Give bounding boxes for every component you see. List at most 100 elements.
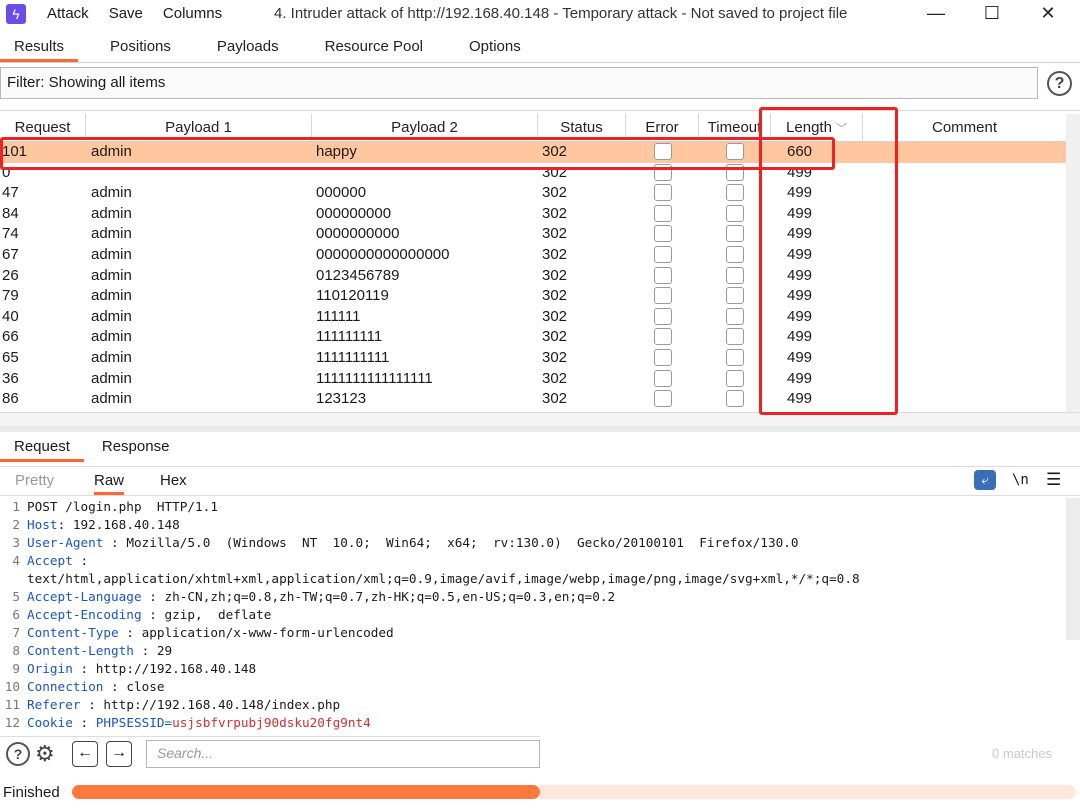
request-line: 3 User-Agent : Mozilla/5.0 (Windows NT 10…: [0, 534, 1066, 552]
request-line: 1 POST /login.php HTTP/1.1: [0, 498, 1066, 516]
cell-status: 302: [542, 348, 568, 366]
menu-columns[interactable]: Columns: [163, 5, 222, 22]
settings-gear-icon[interactable]: ⚙: [35, 741, 55, 767]
cell-comment: [863, 307, 1066, 328]
filter-bar[interactable]: Filter: Showing all items: [0, 67, 1038, 99]
table-row[interactable]: 36 admin 1111111111111111 302 499: [0, 369, 1066, 390]
sort-descending-icon: ﹀: [835, 123, 847, 135]
table-row[interactable]: 47 admin 000000 302 499: [0, 183, 1066, 204]
column-header-error[interactable]: Error: [626, 114, 699, 142]
cell-payload1: admin: [91, 328, 132, 346]
view-tabs: Pretty Raw Hex: [0, 466, 1080, 496]
table-row[interactable]: 86 admin 123123 302 499: [0, 389, 1066, 410]
cell-timeout: [699, 142, 771, 163]
help-icon-bottom[interactable]: ?: [6, 742, 30, 766]
table-row[interactable]: 66 admin 111111111 302 499: [0, 327, 1066, 348]
menu-save[interactable]: Save: [109, 5, 143, 22]
menu-icon[interactable]: ☰: [1046, 470, 1061, 490]
help-icon[interactable]: ?: [1047, 71, 1072, 96]
line-number: 5: [12, 589, 20, 604]
column-header-request[interactable]: Request: [0, 114, 86, 142]
timeout-checkbox: [726, 348, 744, 366]
table-row[interactable]: 74 admin 0000000000 302 499: [0, 224, 1066, 245]
word-wrap-icon[interactable]: ⤶: [974, 470, 996, 490]
cell-comment: [863, 163, 1066, 184]
table-row[interactable]: 101 admin happy 302 660: [0, 142, 1066, 163]
table-header: Request Payload 1 Payload 2 Status Error…: [0, 114, 1066, 142]
pane-splitter[interactable]: [0, 426, 1080, 432]
table-horizontal-scrollbar[interactable]: [0, 412, 1080, 426]
cell-error: [626, 204, 699, 225]
cell-timeout: [699, 369, 771, 390]
header-name: Origin: [27, 661, 73, 676]
tab-pretty[interactable]: Pretty: [15, 472, 54, 489]
header-separator: :: [141, 589, 165, 604]
tab-resource-pool[interactable]: Resource Pool: [311, 34, 437, 62]
cell-status: 302: [542, 266, 568, 284]
header-separator: :: [72, 715, 96, 730]
line-number: 4: [12, 553, 20, 568]
cell-timeout: [699, 389, 771, 410]
table-row[interactable]: 84 admin 000000000 302 499: [0, 204, 1066, 225]
menu-attack[interactable]: Attack: [47, 5, 89, 22]
timeout-checkbox: [726, 307, 744, 325]
header-value: PHPSESSID=usjsbfvrpubj90dsku20fg9nt4: [96, 715, 371, 730]
line-number: 10: [4, 679, 20, 694]
tab-hex[interactable]: Hex: [160, 472, 187, 489]
cell-timeout: [699, 163, 771, 184]
tab-positions[interactable]: Positions: [96, 34, 185, 62]
line-text: Content-Length : 29: [27, 642, 172, 660]
cell-status: 302: [542, 287, 568, 305]
header-value: http://192.168.40.148/index.php: [103, 697, 341, 712]
column-header-payload1[interactable]: Payload 1: [86, 114, 312, 142]
search-input[interactable]: Search...: [146, 740, 540, 768]
cell-error: [626, 389, 699, 410]
tab-response[interactable]: Response: [88, 434, 184, 462]
cell-comment: [863, 327, 1066, 348]
column-header-length[interactable]: Length ﹀: [771, 114, 863, 142]
burp-logo-icon: ϟ: [6, 4, 26, 24]
cell-timeout: [699, 204, 771, 225]
tab-payloads[interactable]: Payloads: [203, 34, 293, 62]
tab-results[interactable]: Results: [0, 34, 79, 62]
previous-match-button[interactable]: ←: [72, 741, 98, 767]
minimize-button[interactable]: —: [913, 2, 959, 26]
next-match-button[interactable]: →: [106, 741, 132, 767]
column-header-payload2[interactable]: Payload 2: [312, 114, 538, 142]
cell-payload2: 0000000000: [316, 225, 400, 243]
header-name: Accept: [27, 553, 73, 568]
table-row[interactable]: 26 admin 0123456789 302 499: [0, 266, 1066, 287]
table-row[interactable]: 79 admin 110120119 302 499: [0, 286, 1066, 307]
cell-length: 499: [787, 348, 813, 366]
table-row[interactable]: 67 admin 0000000000000000 302 499: [0, 245, 1066, 266]
table-row[interactable]: 40 admin 111111 302 499: [0, 307, 1066, 328]
close-button[interactable]: ✕: [1025, 2, 1071, 26]
header-separator: :: [103, 679, 127, 694]
cell-payload1: admin: [91, 143, 132, 160]
line-text: POST /login.php HTTP/1.1: [27, 498, 218, 516]
table-row[interactable]: 65 admin 1111111111 302 499: [0, 348, 1066, 369]
tab-request[interactable]: Request: [0, 434, 84, 462]
cell-payload2: 123123: [316, 390, 367, 408]
header-separator: :: [80, 697, 104, 712]
table-vertical-scrollbar[interactable]: [1066, 114, 1080, 412]
request-line: 2 Host: 192.168.40.148: [0, 516, 1066, 534]
cell-length: 499: [787, 390, 813, 408]
editor-vertical-scrollbar[interactable]: [1066, 498, 1080, 640]
tab-raw[interactable]: Raw: [94, 472, 125, 495]
error-checkbox: [653, 143, 672, 160]
tab-options[interactable]: Options: [455, 34, 535, 62]
column-header-status[interactable]: Status: [538, 114, 626, 142]
window-title: 4. Intruder attack of http://192.168.40.…: [274, 5, 848, 22]
cell-payload1: admin: [91, 184, 132, 202]
column-header-comment[interactable]: Comment: [863, 114, 1066, 142]
line-text: Content-Type : application/x-www-form-ur…: [27, 624, 394, 642]
maximize-button[interactable]: ☐: [969, 2, 1015, 26]
show-newlines-icon[interactable]: \n: [1012, 472, 1029, 488]
table-row[interactable]: 0 302 499: [0, 163, 1066, 184]
error-checkbox: [653, 328, 672, 346]
cell-payload1: admin: [91, 204, 132, 222]
line-number: 7: [12, 625, 20, 640]
column-header-timeout[interactable]: Timeout: [699, 114, 771, 142]
timeout-checkbox: [726, 390, 744, 408]
